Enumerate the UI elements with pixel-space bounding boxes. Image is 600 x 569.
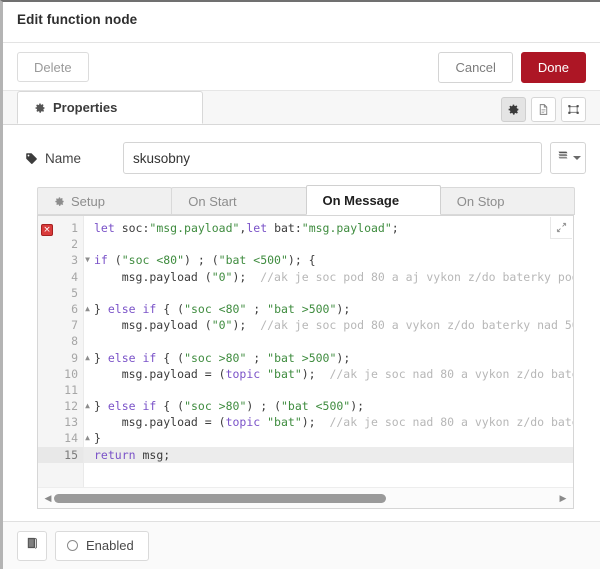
description-icon-button[interactable] xyxy=(531,97,556,122)
delete-button[interactable]: Delete xyxy=(17,52,89,82)
error-marker-icon[interactable]: × xyxy=(41,224,53,236)
tab-on-message[interactable]: On Message xyxy=(306,185,441,215)
dialog-view-icons xyxy=(501,97,586,124)
code-line: msg.payload = (topic "bat"); //ak je soc… xyxy=(94,414,573,430)
appearance-icon-button[interactable] xyxy=(561,97,586,122)
gear-icon xyxy=(34,102,46,114)
line-number: 1× xyxy=(38,220,83,236)
chevron-down-icon xyxy=(573,156,581,160)
editor-horizontal-scrollbar[interactable]: ◀ ▶ xyxy=(38,487,573,508)
code-line: if ("soc <80") ; ("bat <500"); { xyxy=(94,252,573,268)
code-editor-viewport: 1×23▼456▲789▲101112▲1314▲15 let soc:"msg… xyxy=(38,216,573,487)
code-line: msg.payload = (topic "bat"); //ak je soc… xyxy=(94,366,573,382)
code-line xyxy=(94,333,573,349)
line-number: 14▲ xyxy=(38,430,83,446)
dialog-toolbar: Delete Cancel Done xyxy=(3,43,600,91)
code-line: } else if { ("soc <80" ; "bat >500"); xyxy=(94,301,573,317)
name-label-text: Name xyxy=(45,151,81,166)
line-number: 6▲ xyxy=(38,301,83,317)
tab-setup[interactable]: Setup xyxy=(37,187,172,215)
line-number: 3▼ xyxy=(38,252,83,268)
line-number: 5 xyxy=(38,285,83,301)
name-row: Name xyxy=(3,125,600,177)
code-line: } xyxy=(94,430,573,446)
line-number: 15 xyxy=(38,447,83,463)
tab-on-stop[interactable]: On Stop xyxy=(440,187,575,215)
line-number: 10 xyxy=(38,366,83,382)
expand-editor-button[interactable] xyxy=(550,217,572,239)
dialog-footer: Enabled xyxy=(3,521,600,569)
gear-icon xyxy=(54,196,65,207)
scrollbar-thumb[interactable] xyxy=(54,494,386,503)
code-line: msg.payload ("0"); //ak je soc pod 80 a … xyxy=(94,317,573,333)
code-line: } else if { ("soc >80") ; ("bat <500"); xyxy=(94,398,573,414)
tab-on-stop-label: On Stop xyxy=(457,194,505,209)
tab-properties-label: Properties xyxy=(53,100,117,115)
enabled-toggle-button[interactable]: Enabled xyxy=(55,531,149,561)
history-icon xyxy=(556,149,570,167)
enabled-label: Enabled xyxy=(86,538,134,553)
tab-on-message-label: On Message xyxy=(323,193,400,208)
line-number: 12▲ xyxy=(38,398,83,414)
dialog-tabstrip: Properties xyxy=(3,91,600,125)
name-label: Name xyxy=(25,151,123,166)
dialog-title: Edit function node xyxy=(3,2,600,38)
expand-icon xyxy=(556,222,567,233)
line-number: 2 xyxy=(38,236,83,252)
code-editor[interactable]: 1×23▼456▲789▲101112▲1314▲15 let soc:"msg… xyxy=(37,215,574,509)
scroll-right-arrow[interactable]: ▶ xyxy=(557,493,569,504)
line-number: 13 xyxy=(38,414,83,430)
code-content[interactable]: let soc:"msg.payload",let bat:"msg.paylo… xyxy=(84,216,573,487)
code-line xyxy=(94,382,573,398)
tab-on-start-label: On Start xyxy=(188,194,236,209)
scrollbar-track[interactable] xyxy=(54,488,557,509)
toolbar-actions: Cancel Done xyxy=(438,52,586,83)
book-icon xyxy=(25,536,39,555)
code-line: return msg; xyxy=(84,447,573,463)
name-history-button[interactable] xyxy=(550,142,586,174)
tag-icon xyxy=(25,152,38,165)
tab-setup-label: Setup xyxy=(71,194,105,209)
tab-properties[interactable]: Properties xyxy=(17,91,203,124)
scroll-left-arrow[interactable]: ◀ xyxy=(42,493,54,504)
gear-icon-button[interactable] xyxy=(501,97,526,122)
name-input[interactable] xyxy=(123,142,542,174)
tab-on-start[interactable]: On Start xyxy=(171,187,306,215)
done-button[interactable]: Done xyxy=(521,52,586,83)
docs-button[interactable] xyxy=(17,531,47,561)
edit-function-node-dialog: Edit function node Delete Cancel Done Pr… xyxy=(0,0,600,569)
radio-circle-icon xyxy=(67,540,78,551)
line-number-gutter: 1×23▼456▲789▲101112▲1314▲15 xyxy=(38,216,84,487)
code-line: } else if { ("soc >80" ; "bat >500"); xyxy=(94,350,573,366)
cancel-button[interactable]: Cancel xyxy=(438,52,512,83)
code-line: msg.payload ("0"); //ak je soc pod 80 a … xyxy=(94,269,573,285)
code-line xyxy=(94,285,573,301)
line-number: 11 xyxy=(38,382,83,398)
code-tabs: Setup On Start On Message On Stop xyxy=(3,177,600,215)
code-line: let soc:"msg.payload",let bat:"msg.paylo… xyxy=(94,220,573,236)
line-number: 9▲ xyxy=(38,350,83,366)
line-number: 7 xyxy=(38,317,83,333)
line-number: 4 xyxy=(38,269,83,285)
line-number: 8 xyxy=(38,333,83,349)
code-line xyxy=(94,236,573,252)
